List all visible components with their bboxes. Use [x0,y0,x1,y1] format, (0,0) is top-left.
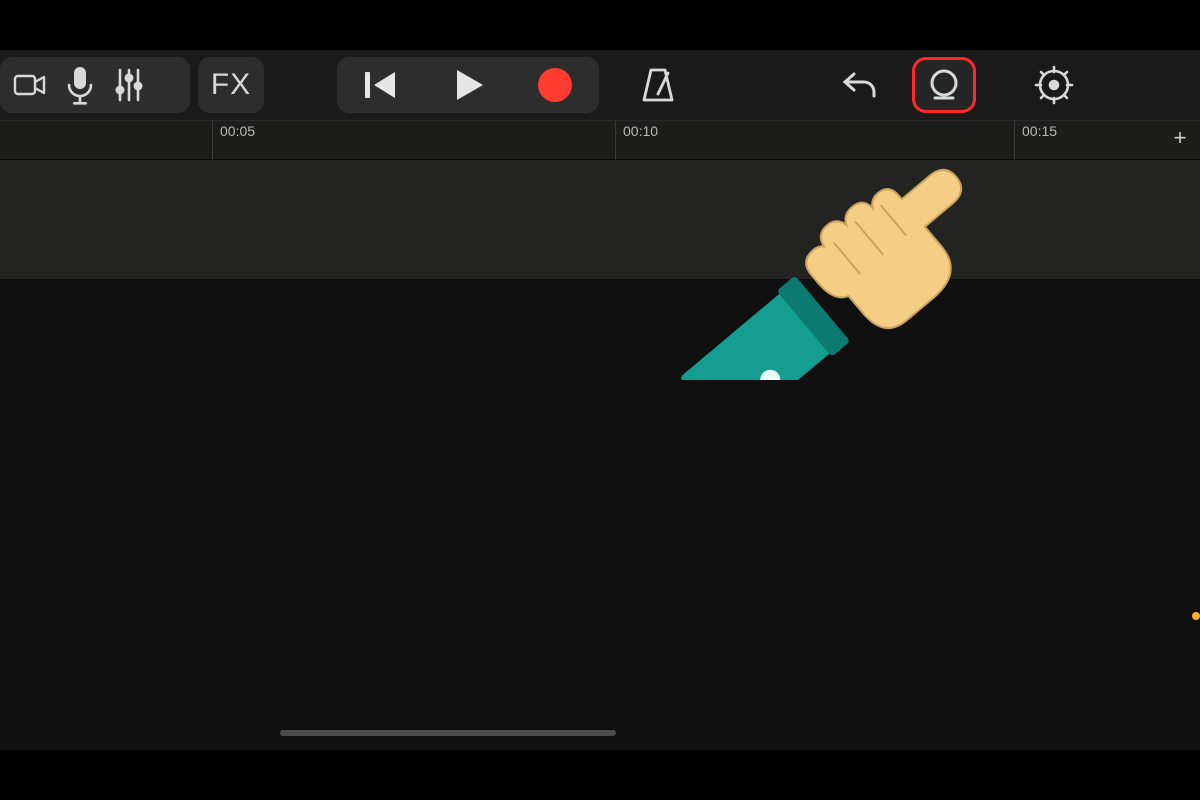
undo-button[interactable] [838,64,880,106]
ruler-label: 00:05 [220,123,255,139]
transport-group [337,57,599,113]
tracks-empty-area [0,280,1200,750]
record-button[interactable] [535,65,575,105]
ruler-tick [1014,121,1015,161]
fx-button[interactable]: FX [198,57,264,113]
track-lane[interactable] [0,160,1200,280]
rewind-button[interactable] [361,66,401,104]
toolbar: FX [0,50,1200,120]
edge-indicator-dot [1192,612,1200,620]
camera-view-icon[interactable] [12,67,48,103]
metronome-icon[interactable] [637,64,679,106]
ruler-label: 00:10 [623,123,658,139]
ruler-tick [212,121,213,161]
settings-button[interactable] [1033,64,1075,106]
timeline-ruler[interactable]: 00:05 00:10 00:15 + [0,120,1200,160]
mixer-sliders-icon[interactable] [112,66,146,104]
view-mode-group [0,57,190,113]
ruler-label: 00:15 [1022,123,1057,139]
ruler-tick [615,121,616,161]
loop-icon [925,66,963,104]
microphone-icon[interactable] [64,65,96,105]
add-track-button[interactable]: + [1166,125,1194,151]
horizontal-scroll-indicator[interactable] [280,730,616,736]
play-button[interactable] [449,66,487,104]
loop-browser-button[interactable] [912,57,976,113]
fx-label: FX [211,68,251,102]
audio-editor-window: FX [0,50,1200,750]
